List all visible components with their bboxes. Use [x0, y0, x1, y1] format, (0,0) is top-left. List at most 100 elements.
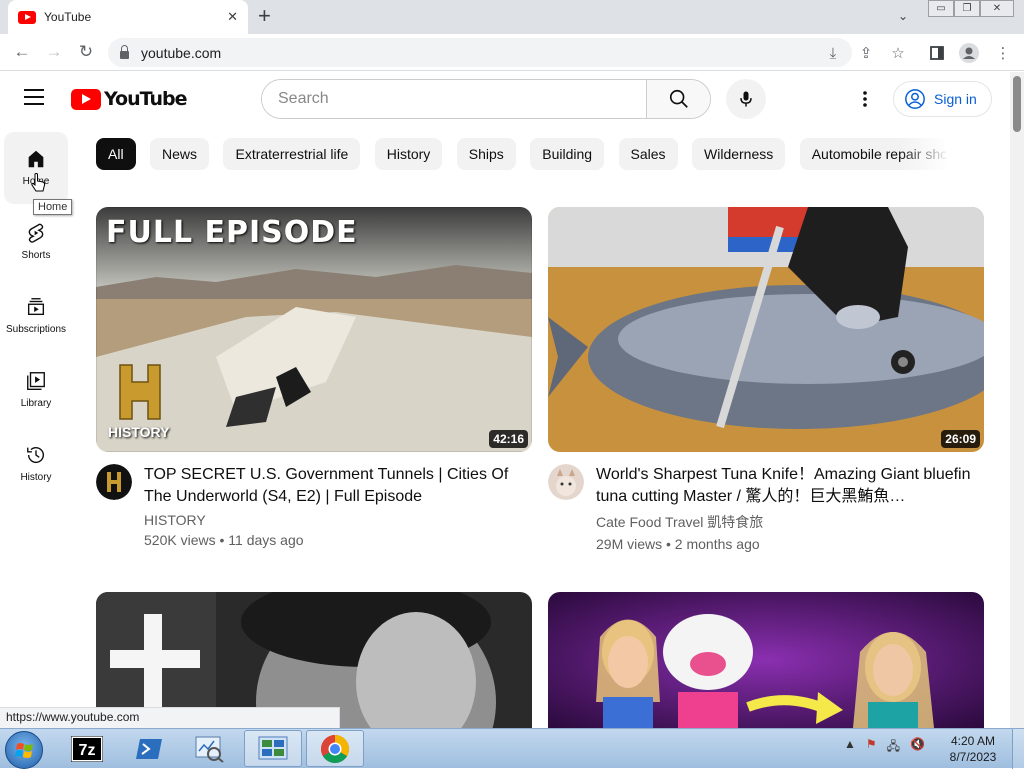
- channel-name[interactable]: Cate Food Travel 凱特食旅: [596, 512, 984, 532]
- address-url: youtube.com: [141, 44, 222, 61]
- hand-cursor-icon: [31, 173, 46, 192]
- back-arrow-icon[interactable]: ←: [10, 40, 34, 64]
- home-icon: [28, 150, 44, 168]
- account-circle-icon: [905, 89, 925, 109]
- forward-arrow-icon[interactable]: →: [42, 40, 66, 64]
- taskbar-powershell-icon[interactable]: [120, 730, 178, 767]
- new-tab-button[interactable]: +: [258, 5, 271, 27]
- thumbnail-image: [548, 207, 984, 452]
- scrollbar-thumb[interactable]: [1013, 76, 1021, 132]
- search-button[interactable]: [646, 80, 710, 118]
- share-icon[interactable]: ⇪: [855, 42, 877, 64]
- thumbnail-brand-text: HISTORY: [108, 424, 170, 440]
- sidebar-label-library: Library: [20, 398, 52, 409]
- minimize-button[interactable]: ▭: [928, 0, 954, 17]
- taskbar-7zip-icon[interactable]: 7z: [58, 730, 116, 767]
- youtube-header: YouTube Sign in: [0, 72, 1010, 128]
- address-bar[interactable]: youtube.com: [108, 38, 852, 67]
- channel-avatar[interactable]: [96, 464, 132, 500]
- lock-icon: [120, 44, 129, 59]
- tray-expand-icon[interactable]: ▲: [844, 737, 856, 758]
- volume-muted-icon[interactable]: 🔇: [910, 737, 925, 758]
- search-box: [261, 79, 711, 119]
- video-title[interactable]: TOP SECRET U.S. Government Tunnels | Cit…: [144, 464, 532, 508]
- sidebar-label-subscriptions: Subscriptions: [5, 324, 67, 335]
- video-duration: 42:16: [489, 430, 528, 448]
- sidebar-label-history: History: [20, 472, 52, 483]
- taskbar-chrome-icon[interactable]: [306, 730, 364, 767]
- youtube-play-icon: [71, 88, 101, 110]
- settings-more-icon[interactable]: [854, 88, 876, 110]
- sidebar-item-library[interactable]: Library: [4, 354, 68, 426]
- thumbnail-overlay-text: FULL EPISODE: [106, 215, 358, 250]
- video-card[interactable]: [548, 592, 984, 728]
- bookmark-star-icon[interactable]: ☆: [887, 42, 909, 64]
- restore-button[interactable]: ❐: [954, 0, 980, 17]
- svg-text:7z: 7z: [79, 742, 96, 759]
- browser-toolbar: ← → ↻ youtube.com ⤓ ⇪ ☆ ⋮: [0, 34, 1024, 71]
- video-thumbnail[interactable]: [548, 592, 984, 728]
- thumbnail-image: [548, 592, 984, 728]
- video-thumbnail[interactable]: FULL EPISODE HISTORY 42:16: [96, 207, 532, 452]
- mini-guide-sidebar: Home Shorts Subscriptions Library Hi: [0, 128, 72, 728]
- taskbar-clock[interactable]: 4:20 AM 8/7/2023: [942, 733, 1004, 765]
- action-center-flag-icon[interactable]: ⚑: [866, 737, 877, 758]
- video-stats: 29M views • 2 months ago: [596, 536, 760, 552]
- microphone-icon: [740, 91, 752, 107]
- chip-history[interactable]: History: [374, 138, 443, 170]
- search-input[interactable]: [262, 80, 646, 118]
- hamburger-menu-icon[interactable]: [24, 89, 46, 107]
- clock-date: 8/7/2023: [949, 750, 997, 764]
- video-stats: 520K views • 11 days ago: [144, 532, 304, 548]
- search-icon: [669, 89, 688, 108]
- video-duration: 26:09: [941, 430, 980, 448]
- youtube-logo[interactable]: YouTube: [71, 88, 187, 110]
- video-card[interactable]: FULL EPISODE HISTORY 42:16 TOP SECRET U.…: [96, 207, 532, 548]
- status-bar-url: https://www.youtube.com: [0, 707, 340, 728]
- video-card[interactable]: 26:09 World's Sharpest Tuna Knife！Amazin…: [548, 207, 984, 552]
- close-window-button[interactable]: ✕: [980, 0, 1014, 17]
- sidebar-label-shorts: Shorts: [21, 250, 51, 261]
- profile-avatar-icon[interactable]: [958, 42, 980, 64]
- voice-search-button[interactable]: [726, 79, 766, 119]
- taskbar-control-panel-icon[interactable]: [244, 730, 302, 767]
- chip-sales[interactable]: Sales: [618, 138, 678, 170]
- chip-building[interactable]: Building: [530, 138, 605, 170]
- logo-text: YouTube: [104, 88, 187, 110]
- chip-all[interactable]: All: [96, 138, 136, 170]
- video-thumbnail[interactable]: 26:09: [548, 207, 984, 452]
- filter-chips-bar: All News Extraterrestrial life History S…: [96, 138, 946, 170]
- page-scrollbar[interactable]: [1010, 72, 1024, 728]
- start-button[interactable]: [5, 731, 43, 769]
- shorts-icon: [28, 223, 44, 243]
- sign-in-label: Sign in: [934, 91, 977, 107]
- taskbar-task-manager-icon[interactable]: [180, 730, 238, 767]
- video-title[interactable]: World's Sharpest Tuna Knife！Amazing Gian…: [596, 464, 984, 508]
- sign-in-button[interactable]: Sign in: [893, 81, 992, 117]
- channel-avatar[interactable]: [548, 464, 584, 500]
- side-panel-icon[interactable]: [926, 42, 948, 64]
- browser-menu-icon[interactable]: ⋮: [992, 42, 1014, 64]
- install-icon[interactable]: ⤓: [822, 42, 844, 64]
- chip-ships[interactable]: Ships: [456, 138, 516, 170]
- youtube-favicon-icon: [18, 10, 36, 24]
- show-desktop-button[interactable]: [1012, 729, 1024, 769]
- chips-fade: [900, 138, 950, 170]
- system-tray: ▲ ⚑ 🖧 🔇: [844, 737, 925, 758]
- chip-extraterrestrial-life[interactable]: Extraterrestrial life: [223, 138, 361, 170]
- windows-taskbar: 7z ▲ ⚑ 🖧 🔇 4:20 AM 8/7/2023: [0, 728, 1024, 769]
- browser-tab-bar: YouTube ✕ + ⌄ ▭ ❐ ✕: [0, 0, 1024, 34]
- history-icon: [27, 447, 44, 464]
- tab-close-icon[interactable]: ✕: [227, 9, 238, 25]
- reload-icon[interactable]: ↻: [74, 40, 98, 64]
- sidebar-item-shorts[interactable]: Shorts: [4, 206, 68, 278]
- sidebar-item-subscriptions[interactable]: Subscriptions: [4, 280, 68, 352]
- sidebar-item-history[interactable]: History: [4, 428, 68, 500]
- browser-tab[interactable]: YouTube ✕: [8, 0, 248, 34]
- channel-name[interactable]: HISTORY: [144, 512, 532, 528]
- chip-wilderness[interactable]: Wilderness: [692, 138, 786, 170]
- network-icon[interactable]: 🖧: [887, 737, 900, 758]
- sidebar-item-home[interactable]: Home: [4, 132, 68, 204]
- chip-news[interactable]: News: [150, 138, 210, 170]
- tab-search-chevron-down-icon[interactable]: ⌄: [898, 9, 908, 23]
